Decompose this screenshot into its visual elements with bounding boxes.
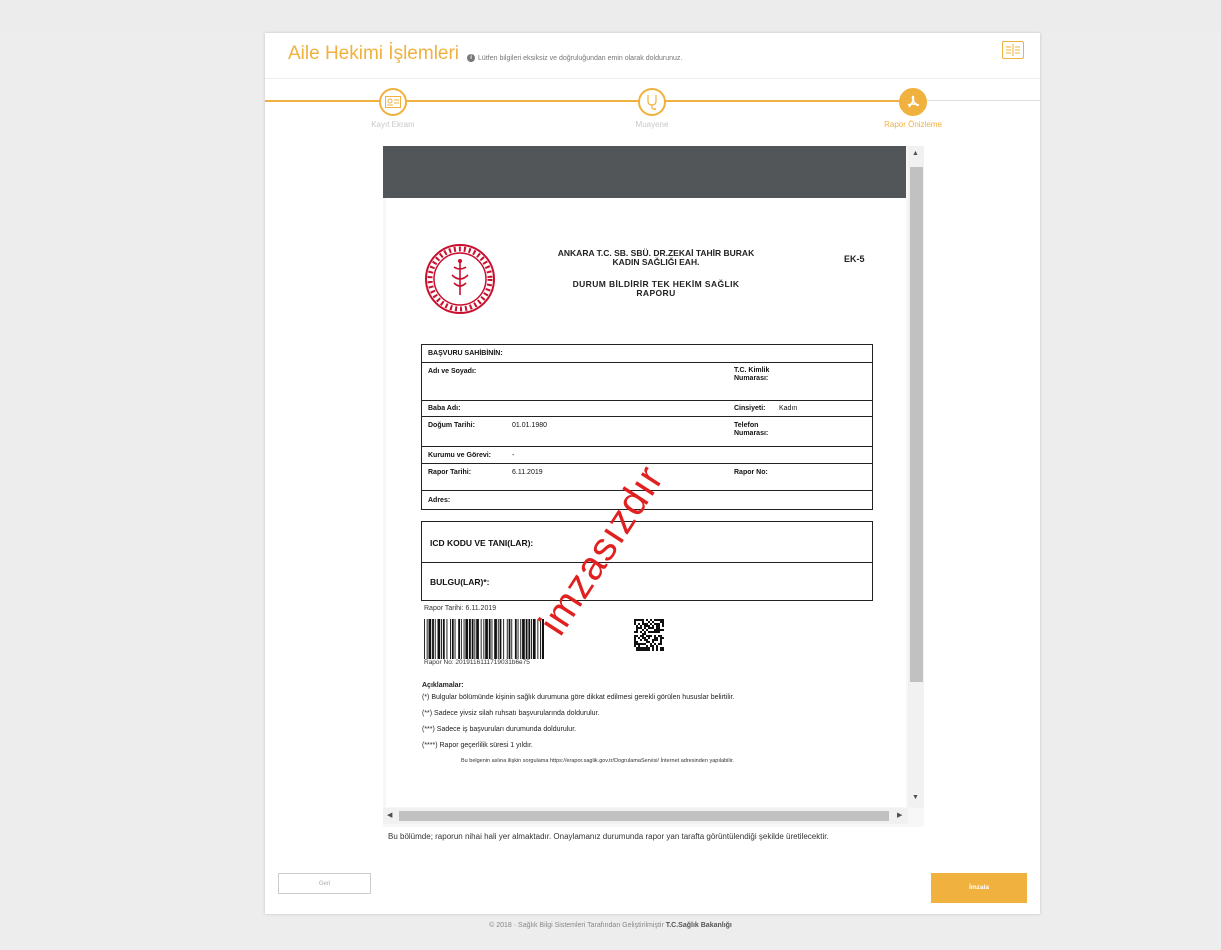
report-no-label: Rapor No: [734,469,768,476]
table-row: BAŞVURU SAHİBİNİN: [422,345,872,363]
step-label: Muayene [635,120,669,129]
report-date-label: Rapor Tarihi: [428,469,472,476]
tc-label: T.C. Kimlik Numarası: [734,367,770,382]
id-card-icon [379,88,407,116]
notes-section: Açıklamalar: (*) Bulgular bölümünde kişi… [422,682,892,758]
barcode-image [424,619,544,659]
top-bar [0,0,1221,30]
note-line: (*) Bulgular bölümünde kişinin sağlık du… [422,694,735,701]
pdf-icon [899,88,927,116]
pdf-toolbar [383,146,906,198]
note-line: (**) Sadece yivsiz silah ruhsatı başvuru… [422,710,600,717]
qr-code-image [634,619,664,651]
step-kayit-ekrani[interactable]: Kayıt Ekranı [333,88,453,129]
table-row: Doğum Tarihi: 01.01.1980 Telefon Numaras… [422,417,872,447]
job-label: Kurumu ve Görevi: [428,452,492,459]
footer-report-no: Rapor No: 2019116111719031b6e75 [424,659,530,666]
vertical-scrollbar[interactable]: ▲ ▼ [908,146,924,808]
verify-note: Bu belgenin aslına ilişkin sorgulama htt… [461,758,734,764]
step-label: Kayıt Ekranı [371,120,415,129]
copyright-org: T.C.Sağlık Bakanlığı [665,922,732,929]
report-page: ANKARA T.C. SB. SBÜ. DR.ZEKAİ TAHİR BURA… [386,198,906,807]
job-value: - [512,452,515,459]
copyright-text: © 2018 · Sağlık Bilgi Sistemleri Tarafın… [489,922,664,929]
page-title: Aile Hekimi İşlemleri [288,43,460,64]
gender-value: Kadın [779,405,798,412]
main-card: Aile Hekimi İşlemleri i Lütfen bilgileri… [265,33,1040,914]
note-line: (***) Sadece iş başvuruları durumunda do… [422,726,577,733]
report-title: DURUM BİLDİRİR TEK HEKİM SAĞLIK RAPORU [572,279,740,298]
table-row: Adı ve Soyadı: T.C. Kimlik Numarası: [422,363,872,401]
scroll-down-icon[interactable]: ▼ [912,794,919,801]
section-title: BAŞVURU SAHİBİNİN: [428,350,503,357]
name-label: Adı ve Soyadı: [428,368,477,375]
step-label: Rapor Önizleme [884,120,942,129]
pdf-viewer[interactable]: ANKARA T.C. SB. SBÜ. DR.ZEKAİ TAHİR BURA… [383,146,924,827]
birth-label: Doğum Tarihi: [428,422,475,429]
gender-label: Cinsiyeti: [734,405,766,412]
scroll-thumb[interactable] [399,811,889,821]
header-divider [265,78,1040,79]
findings-label: BULGU(LAR)*: [430,577,490,587]
address-label: Adres: [428,497,451,504]
scroll-right-icon[interactable]: ▶ [897,811,902,819]
table-row: Baba Adı: Cinsiyeti: Kadın [422,401,872,417]
report-code: EK-5 [844,254,865,264]
diagnosis-table: ICD KODU VE TANI(LAR): BULGU(LAR)*: [421,521,873,601]
manual-book-icon[interactable] [1002,41,1024,59]
scroll-thumb[interactable] [910,167,923,682]
horizontal-scrollbar[interactable]: ◀ ▶ [383,808,908,824]
father-label: Baba Adı: [428,405,461,412]
table-row: Kurumu ve Görevi: - [422,447,872,464]
info-icon: i [467,54,476,62]
page-header: Aile Hekimi İşlemleri i Lütfen bilgileri… [288,43,682,65]
report-date-value: 6.11.2019 [512,469,543,476]
sign-button[interactable]: İmzala [931,873,1027,903]
scroll-left-icon[interactable]: ◀ [387,811,392,819]
scroll-up-icon[interactable]: ▲ [912,150,919,157]
stethoscope-icon [638,88,666,116]
info-text: Lütfen bilgileri eksiksiz ve doğruluğund… [478,54,683,62]
footer-report-date: Rapor Tarihi: 6.11.2019 [424,605,497,612]
table-row: ICD KODU VE TANI(LAR): [422,522,872,563]
hospital-name: ANKARA T.C. SB. SBÜ. DR.ZEKAİ TAHİR BURA… [557,248,755,267]
step-muayene[interactable]: Muayene [592,88,712,129]
icd-label: ICD KODU VE TANI(LAR): [430,538,534,548]
ministry-seal-logo [424,243,496,315]
birth-value: 01.01.1980 [512,422,548,429]
back-button[interactable]: Geri [278,873,371,894]
info-note: i Lütfen bilgileri eksiksiz ve doğruluğu… [467,54,682,62]
preview-footnote: Bu bölümde; raporun nihai hali yer almak… [388,832,829,841]
copyright-footer: © 2018 · Sağlık Bilgi Sistemleri Tarafın… [0,922,1221,929]
note-line: (****) Rapor geçerlilik süresi 1 yıldır. [422,742,533,749]
notes-title: Açıklamalar: [422,682,464,689]
wizard-steps: Kayıt Ekranı Muayene Rapor Önizleme [265,88,1040,138]
phone-label: Telefon Numarası: [734,422,769,437]
step-rapor-onizleme[interactable]: Rapor Önizleme [853,88,973,129]
